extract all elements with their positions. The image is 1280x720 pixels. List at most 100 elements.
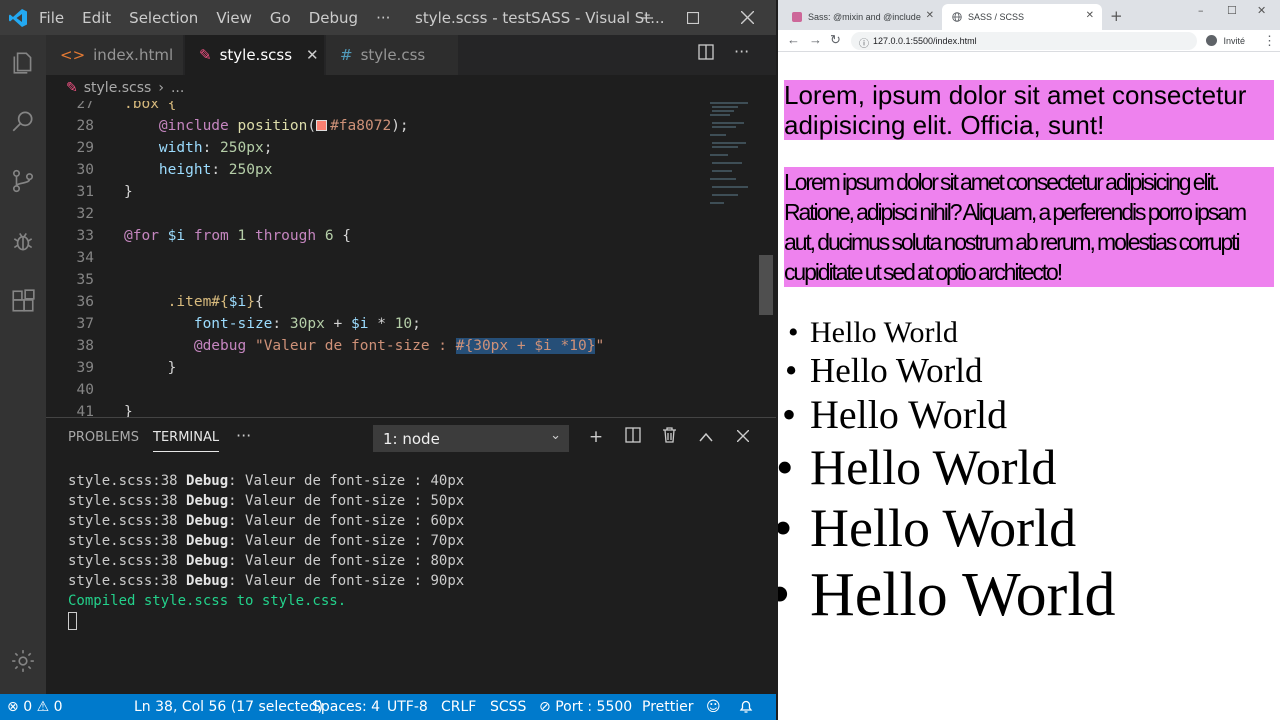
menu-file[interactable]: File <box>30 9 73 27</box>
editor-scrollbar[interactable] <box>759 255 773 315</box>
url-text: 127.0.0.1:5500/index.html <box>873 36 977 46</box>
forward-arrow-icon[interactable]: → <box>809 32 822 47</box>
code-line[interactable]: 35 <box>46 269 776 291</box>
code-token: ); <box>391 118 409 134</box>
title-bar: File Edit Selection View Go Debug ··· st… <box>0 0 776 35</box>
prettier-status[interactable]: Prettier <box>642 699 694 715</box>
debug-icon[interactable] <box>0 217 46 265</box>
menu-go[interactable]: Go <box>261 9 300 27</box>
code-line[interactable]: 41} <box>46 401 776 417</box>
line-endings[interactable]: CRLF <box>441 699 476 715</box>
tab-style-css[interactable]: # style.css <box>326 35 459 75</box>
explorer-icon[interactable] <box>0 39 46 87</box>
cursor-position[interactable]: Ln 38, Col 56 (17 selected) <box>134 699 323 715</box>
profile-button[interactable]: Invité <box>1206 35 1245 46</box>
breadcrumb-rest[interactable]: ... <box>171 80 184 96</box>
live-server-port[interactable]: ⊘ Port : 5500 <box>539 699 632 715</box>
color-swatch-icon[interactable] <box>316 120 328 131</box>
tab-close-icon[interactable]: ✕ <box>1086 10 1094 21</box>
browser-window: Sass: @mixin and @include ✕ SASS / SCSS … <box>778 0 1280 720</box>
menu-more[interactable]: ··· <box>367 9 399 27</box>
code-line[interactable]: 39 } <box>46 357 776 379</box>
line-number: 33 <box>76 228 94 244</box>
bullet-icon: • <box>778 497 793 559</box>
close-icon[interactable] <box>724 0 770 35</box>
trash-icon[interactable] <box>658 427 680 448</box>
breadcrumb: ✎ style.scss › ... <box>46 75 776 101</box>
menu-edit[interactable]: Edit <box>73 9 120 27</box>
close-panel-icon[interactable] <box>732 427 754 447</box>
minimap[interactable] <box>708 101 758 211</box>
tab-close-icon[interactable]: ✕ <box>926 10 934 21</box>
kebab-menu-icon[interactable]: ⋮ <box>1263 33 1276 49</box>
code-line[interactable]: 27 .box { <box>46 101 776 115</box>
code-line[interactable]: 33 @for $i from 1 through 6 { <box>46 225 776 247</box>
menu-debug[interactable]: Debug <box>300 9 367 27</box>
code-token: 250px <box>228 162 273 178</box>
code-line[interactable]: 40 <box>46 379 776 401</box>
feedback-icon[interactable]: ☺ <box>706 699 721 715</box>
settings-gear-icon[interactable] <box>0 637 46 685</box>
maximize-panel-icon[interactable] <box>695 427 717 447</box>
close-icon[interactable]: ✕ <box>1257 4 1266 17</box>
terminal-file: style.scss:38 <box>68 473 187 489</box>
code-line[interactable]: 28 @include position(#fa8072); <box>46 115 776 137</box>
info-icon[interactable]: ⓘ <box>859 35 869 50</box>
list-item: • Hello World <box>785 351 983 391</box>
list-item-text: Hello World <box>810 316 958 349</box>
more-actions-icon[interactable]: ··· <box>734 42 749 61</box>
code-token: @include <box>158 118 229 134</box>
tab-close-icon[interactable]: ✕ <box>306 46 319 64</box>
tab-style-scss[interactable]: ✎ style.scss ✕ <box>185 35 325 75</box>
code-line[interactable]: 32 <box>46 203 776 225</box>
code-line[interactable]: 31} <box>46 181 776 203</box>
menu-selection[interactable]: Selection <box>120 9 207 27</box>
address-bar[interactable]: ⓘ 127.0.0.1:5500/index.html <box>851 32 1197 50</box>
list-item-text: Hello World <box>810 439 1057 495</box>
browser-tab-sass-scss[interactable]: SASS / SCSS ✕ <box>942 4 1102 30</box>
code-line[interactable]: 34 <box>46 247 776 269</box>
terminal-file: style.scss:38 <box>68 533 187 549</box>
code-line[interactable]: 36 .item#{$i}{ <box>46 291 776 313</box>
code-text: @debug "Valeur de font-size : #{30px + $… <box>124 335 604 357</box>
breadcrumb-file[interactable]: style.scss <box>84 80 152 96</box>
code-token: .item#{ <box>167 294 229 310</box>
tab-index-html[interactable]: <> index.html <box>46 35 184 75</box>
tab-problems[interactable]: PROBLEMS <box>68 430 139 445</box>
code-token: { <box>333 228 352 244</box>
new-tab-icon[interactable]: + <box>1110 7 1123 25</box>
terminal-select[interactable]: 1: node ⌄ <box>373 425 569 452</box>
bullet-icon: • <box>785 351 798 390</box>
language-mode[interactable]: SCSS <box>490 699 526 715</box>
browser-tab-sass-mixin[interactable]: Sass: @mixin and @include ✕ <box>782 4 942 30</box>
terminal-debug-keyword: Debug <box>186 533 229 549</box>
tab-terminal[interactable]: TERMINAL <box>153 430 220 452</box>
indentation[interactable]: Spaces: 4 <box>312 699 380 715</box>
code-line[interactable]: 38 @debug "Valeur de font-size : #{30px … <box>46 335 776 357</box>
tab-label: style.scss <box>219 46 293 64</box>
back-arrow-icon[interactable]: ← <box>787 32 800 47</box>
activity-bar <box>0 35 46 694</box>
menu-view[interactable]: View <box>207 9 261 27</box>
search-icon[interactable] <box>0 97 46 145</box>
terminal-prompt[interactable] <box>68 611 464 631</box>
extensions-icon[interactable] <box>0 277 46 325</box>
code-line[interactable]: 30 height: 250px <box>46 159 776 181</box>
code-editor[interactable]: 27 .box {28 @include position(#fa8072); 29… <box>46 101 776 417</box>
encoding[interactable]: UTF-8 <box>387 699 428 715</box>
reload-icon[interactable]: ↻ <box>830 32 841 48</box>
minimize-icon[interactable] <box>624 0 670 35</box>
panel-more-icon[interactable]: ··· <box>236 426 251 445</box>
terminal-output[interactable]: style.scss:38 Debug: Valeur de font-size… <box>68 471 464 631</box>
split-editor-icon[interactable] <box>698 44 714 64</box>
code-line[interactable]: 37 font-size: 30px + $i * 10; <box>46 313 776 335</box>
problems-status[interactable]: ⊗ 0 ⚠ 0 <box>7 699 63 715</box>
notifications-bell-icon[interactable] <box>739 699 753 718</box>
source-control-icon[interactable] <box>0 157 46 205</box>
maximize-icon[interactable] <box>670 0 716 35</box>
split-terminal-icon[interactable] <box>622 427 644 448</box>
maximize-icon[interactable]: ☐ <box>1227 4 1237 17</box>
new-terminal-icon[interactable]: + <box>585 427 607 447</box>
code-line[interactable]: 29 width: 250px; <box>46 137 776 159</box>
minimize-icon[interactable]: – <box>1198 4 1204 17</box>
